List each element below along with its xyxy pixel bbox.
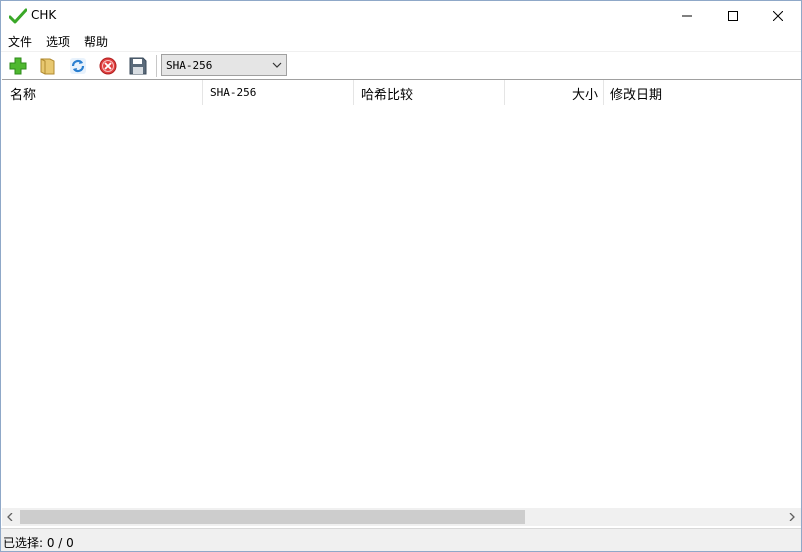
status-bar: 已选择: 0 / 0	[1, 528, 801, 551]
column-label-name: 名称	[10, 88, 37, 103]
checkmark-icon	[8, 8, 28, 24]
folder-icon	[40, 58, 55, 75]
refresh-icon	[70, 58, 86, 74]
minimize-icon	[682, 15, 692, 17]
menu-file[interactable]: 文件	[8, 33, 32, 50]
column-header-name[interactable]: 名称	[2, 80, 202, 105]
column-header-hash[interactable]: SHA-256	[203, 80, 353, 105]
scroll-right-button[interactable]	[784, 508, 801, 526]
column-label-hash-compare: 哈希比较	[361, 88, 414, 103]
maximize-button[interactable]	[710, 1, 756, 31]
menu-help[interactable]: 帮助	[84, 33, 108, 50]
chevron-left-icon	[7, 513, 13, 521]
list-header: 名称 SHA-256 哈希比较 大小 修改日期	[2, 80, 801, 105]
stop-button[interactable]	[97, 55, 119, 77]
column-label-modified-date: 修改日期	[610, 88, 663, 103]
add-button[interactable]	[7, 55, 29, 77]
hash-algorithm-select[interactable]: SHA-256	[161, 54, 287, 76]
window-title: CHK	[31, 8, 57, 22]
horizontal-scrollbar[interactable]	[2, 508, 801, 526]
chevron-down-icon	[272, 62, 282, 68]
column-header-size[interactable]: 大小	[505, 80, 603, 105]
column-header-hash-compare[interactable]: 哈希比较	[354, 80, 504, 105]
minimize-button[interactable]	[664, 1, 710, 31]
close-icon	[773, 11, 783, 21]
column-label-size: 大小	[571, 88, 598, 103]
scroll-left-button[interactable]	[2, 508, 19, 526]
save-button[interactable]	[127, 55, 149, 77]
toolbar: SHA-256	[1, 51, 801, 79]
menu-options[interactable]: 选项	[46, 33, 70, 50]
selection-status: 已选择: 0 / 0	[3, 536, 74, 550]
save-icon	[129, 57, 147, 75]
close-button[interactable]	[755, 1, 801, 31]
hash-algorithm-value: SHA-256	[166, 59, 213, 72]
chevron-right-icon	[789, 513, 795, 521]
app-window: CHK 文件 选项 帮助 SHA-256 名称 SHA-256 哈希比较 大小 …	[0, 0, 802, 552]
open-folder-button[interactable]	[37, 55, 59, 77]
add-icon	[9, 57, 27, 75]
title-bar: CHK	[1, 1, 801, 31]
file-list[interactable]: 名称 SHA-256 哈希比较 大小 修改日期	[2, 79, 801, 527]
stop-icon	[99, 57, 117, 75]
column-header-modified-date[interactable]: 修改日期	[604, 80, 801, 105]
toolbar-separator	[156, 55, 157, 77]
maximize-icon	[728, 11, 738, 21]
scroll-thumb[interactable]	[20, 510, 525, 524]
menu-bar: 文件 选项 帮助	[1, 31, 801, 51]
refresh-button[interactable]	[67, 55, 89, 77]
column-label-hash: SHA-256	[210, 86, 257, 99]
